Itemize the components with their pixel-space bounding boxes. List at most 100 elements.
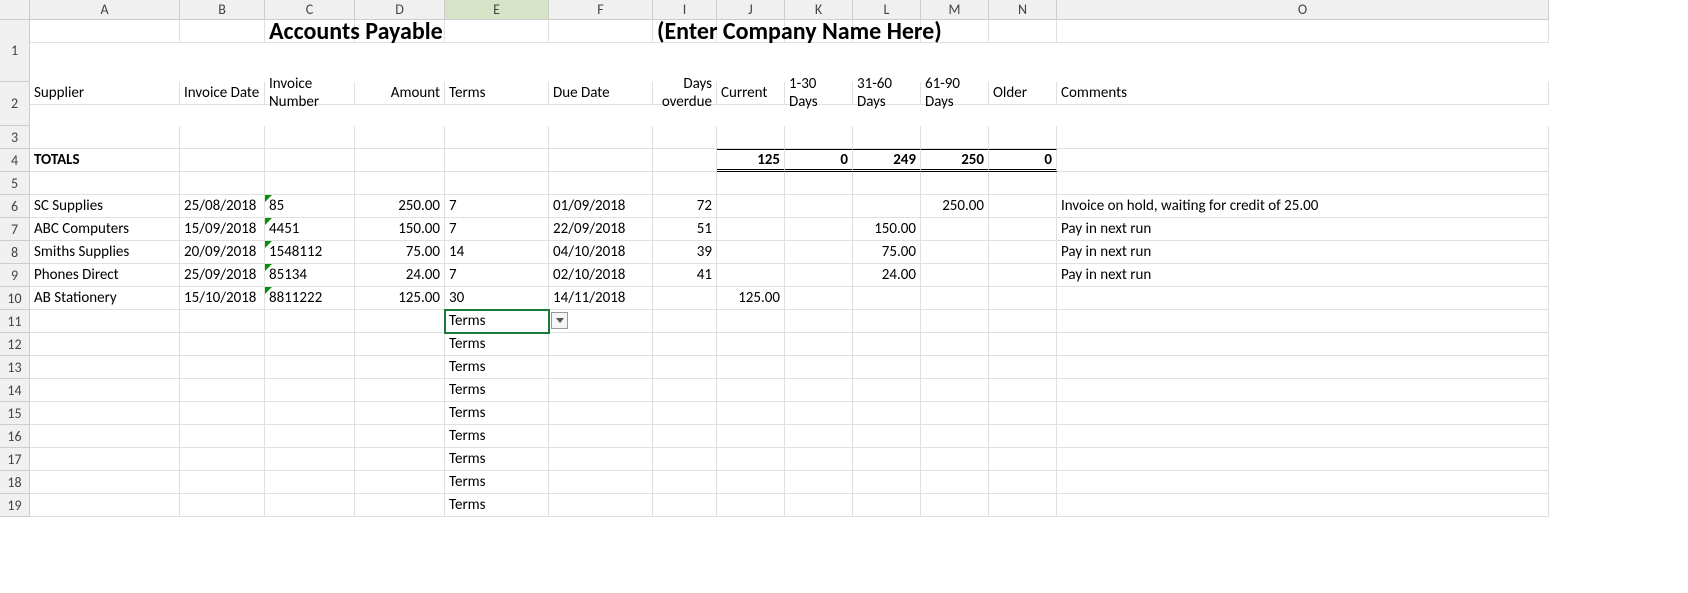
cell[interactable] xyxy=(717,471,785,494)
cell[interactable] xyxy=(30,494,180,517)
cell[interactable] xyxy=(921,333,989,356)
cell[interactable] xyxy=(355,494,445,517)
cell[interactable] xyxy=(355,310,445,333)
cell[interactable] xyxy=(549,471,653,494)
cell[interactable] xyxy=(355,149,445,172)
cell-due-date[interactable]: 01/09/2018 xyxy=(549,195,653,218)
cell[interactable] xyxy=(265,425,355,448)
cell-current[interactable]: 125.00 xyxy=(717,287,785,310)
cell[interactable] xyxy=(853,333,921,356)
row-hdr-15[interactable]: 15 xyxy=(0,402,30,425)
hdr-terms[interactable]: Terms xyxy=(445,82,549,105)
cell-inv-date[interactable]: 20/09/2018 xyxy=(180,241,265,264)
cell[interactable] xyxy=(549,425,653,448)
cell-61-90[interactable]: 250.00 xyxy=(921,195,989,218)
cell-terms-default[interactable]: Terms xyxy=(445,379,549,402)
cell-31-60[interactable]: 24.00 xyxy=(853,264,921,287)
cell[interactable] xyxy=(921,379,989,402)
cell-due-date[interactable]: 04/10/2018 xyxy=(549,241,653,264)
hdr-invoice-number[interactable]: Invoice Number xyxy=(265,82,355,105)
cell[interactable] xyxy=(785,310,853,333)
cell-1-30[interactable] xyxy=(785,287,853,310)
cell[interactable] xyxy=(265,402,355,425)
row-hdr-12[interactable]: 12 xyxy=(0,333,30,356)
cell-supplier[interactable]: ABC Computers xyxy=(30,218,180,241)
row-hdr-17[interactable]: 17 xyxy=(0,448,30,471)
cell[interactable] xyxy=(785,448,853,471)
cell-current[interactable] xyxy=(717,195,785,218)
col-hdr-F[interactable]: F xyxy=(549,0,653,20)
cell[interactable] xyxy=(785,425,853,448)
cell-inv-num[interactable]: 85 xyxy=(265,195,355,218)
cell-inv-num[interactable]: 85134 xyxy=(265,264,355,287)
cell[interactable] xyxy=(355,172,445,195)
cell[interactable] xyxy=(989,494,1057,517)
cell[interactable] xyxy=(653,126,717,149)
col-hdr-O[interactable]: O xyxy=(1057,0,1549,20)
totals-current[interactable]: 125 xyxy=(717,149,785,172)
cell-supplier[interactable]: Phones Direct xyxy=(30,264,180,287)
totals-older[interactable]: 0 xyxy=(989,149,1057,172)
cell[interactable] xyxy=(853,471,921,494)
cell[interactable] xyxy=(989,425,1057,448)
cell[interactable] xyxy=(717,379,785,402)
cell[interactable] xyxy=(180,402,265,425)
cell[interactable] xyxy=(921,310,989,333)
cell-31-60[interactable]: 75.00 xyxy=(853,241,921,264)
cell[interactable] xyxy=(445,149,549,172)
cell[interactable] xyxy=(30,310,180,333)
cell[interactable] xyxy=(785,126,853,149)
cell-inv-date[interactable]: 25/09/2018 xyxy=(180,264,265,287)
cell[interactable] xyxy=(265,310,355,333)
cell[interactable] xyxy=(1057,494,1549,517)
cell[interactable] xyxy=(717,402,785,425)
cell-inv-date[interactable]: 25/08/2018 xyxy=(180,195,265,218)
cell-1-30[interactable] xyxy=(785,264,853,287)
cell-amount[interactable]: 250.00 xyxy=(355,195,445,218)
cell-terms-default[interactable]: Terms xyxy=(445,402,549,425)
row-hdr-4[interactable]: 4 xyxy=(0,149,30,172)
cell[interactable] xyxy=(653,149,717,172)
cell-days-over[interactable]: 39 xyxy=(653,241,717,264)
cell[interactable] xyxy=(1057,310,1549,333)
cell[interactable] xyxy=(180,379,265,402)
cell[interactable] xyxy=(180,172,265,195)
col-hdr-N[interactable]: N xyxy=(989,0,1057,20)
cell-terms-default[interactable]: Terms xyxy=(445,471,549,494)
cell[interactable] xyxy=(30,425,180,448)
cell[interactable] xyxy=(921,126,989,149)
row-hdr-13[interactable]: 13 xyxy=(0,356,30,379)
cell-1-30[interactable] xyxy=(785,195,853,218)
cell-31-60[interactable]: 150.00 xyxy=(853,218,921,241)
cell[interactable] xyxy=(717,494,785,517)
hdr-31-60[interactable]: 31-60 Days xyxy=(853,82,921,105)
cell[interactable] xyxy=(921,356,989,379)
cell-terms[interactable]: 7 xyxy=(445,264,549,287)
cell[interactable] xyxy=(265,126,355,149)
cell-31-60[interactable] xyxy=(853,195,921,218)
row-hdr-2[interactable]: 2 xyxy=(0,82,30,126)
cell[interactable] xyxy=(445,20,549,43)
cell-amount[interactable]: 24.00 xyxy=(355,264,445,287)
cell-days-over[interactable] xyxy=(653,287,717,310)
cell[interactable] xyxy=(549,448,653,471)
cell-inv-num[interactable]: 4451 xyxy=(265,218,355,241)
cell-days-over[interactable]: 41 xyxy=(653,264,717,287)
row-hdr-11[interactable]: 11 xyxy=(0,310,30,333)
cell[interactable] xyxy=(265,448,355,471)
cell[interactable] xyxy=(549,149,653,172)
cell-61-90[interactable] xyxy=(921,218,989,241)
cell[interactable] xyxy=(30,172,180,195)
cell-terms-default[interactable]: Terms xyxy=(445,356,549,379)
row-hdr-8[interactable]: 8 xyxy=(0,241,30,264)
cell[interactable] xyxy=(265,356,355,379)
cell[interactable] xyxy=(355,333,445,356)
title-company-name[interactable]: (Enter Company Name Here) xyxy=(653,20,717,43)
cell[interactable] xyxy=(30,333,180,356)
cell[interactable] xyxy=(921,494,989,517)
cell[interactable] xyxy=(785,172,853,195)
cell[interactable] xyxy=(853,172,921,195)
cell-inv-date[interactable]: 15/09/2018 xyxy=(180,218,265,241)
cell[interactable] xyxy=(853,379,921,402)
cell-current[interactable] xyxy=(717,241,785,264)
